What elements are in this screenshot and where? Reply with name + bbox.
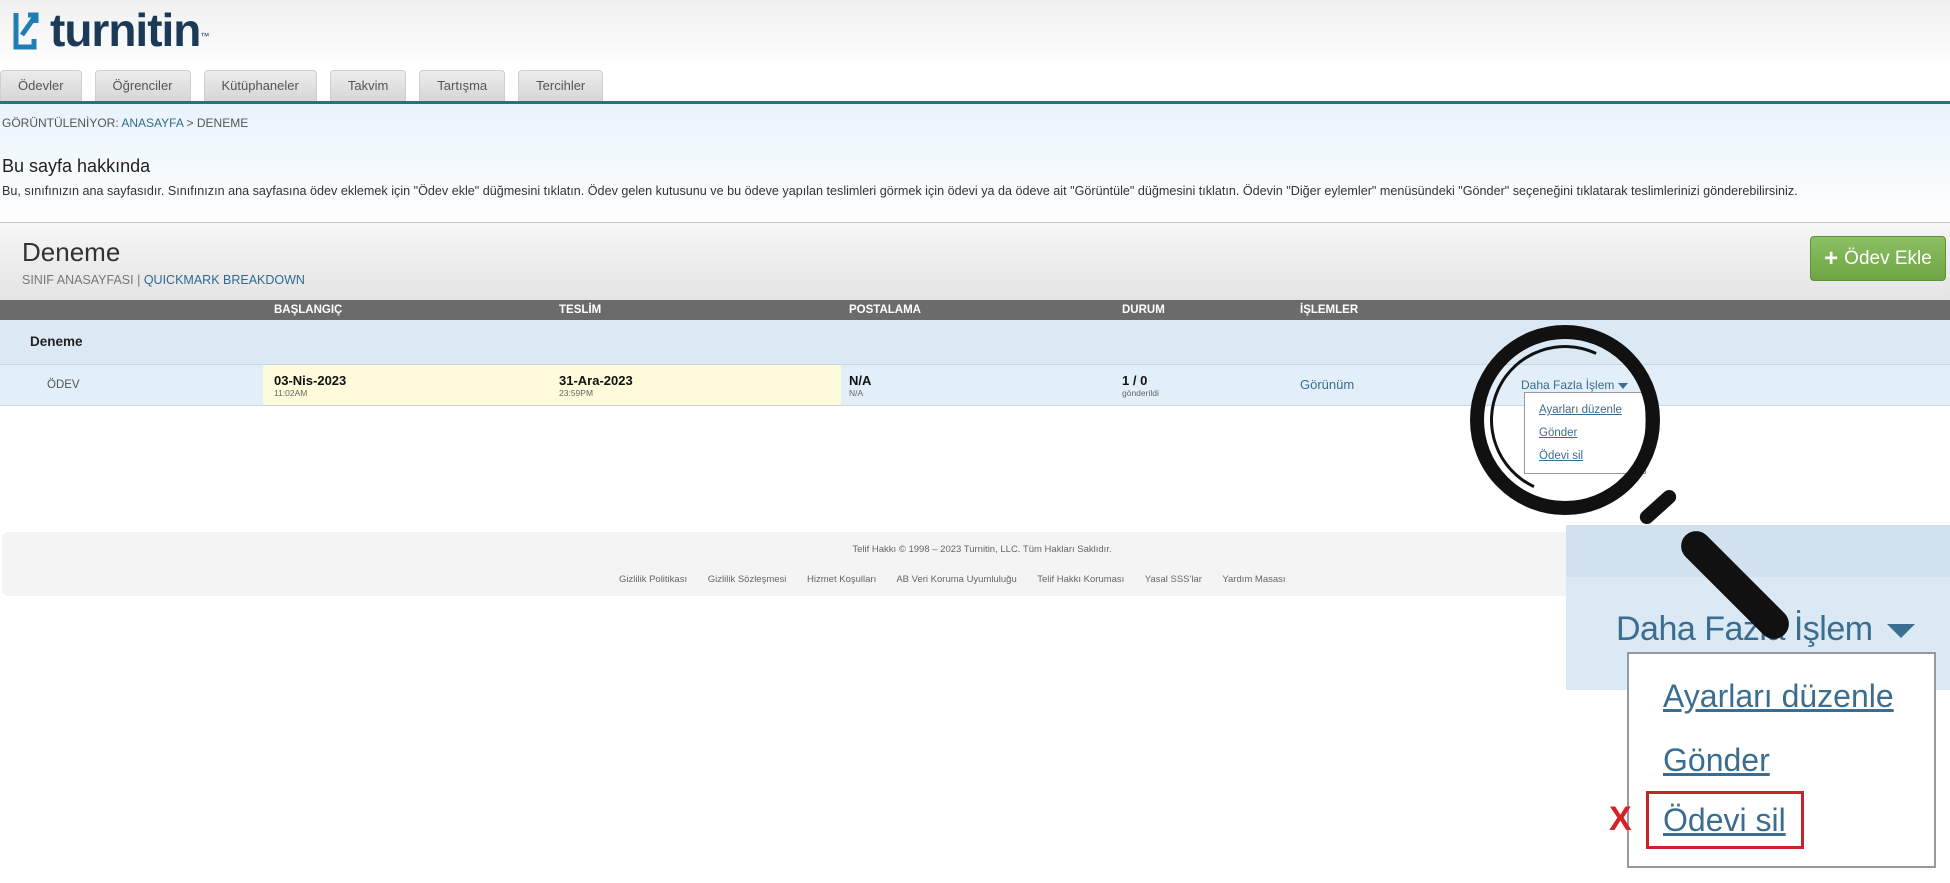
footer-link-copyright-protection[interactable]: Telif Hakkı Koruması (1037, 574, 1124, 585)
header-due: TESLİM (559, 304, 602, 316)
tab-takvim[interactable]: Takvim (329, 70, 407, 101)
tab-tercihler[interactable]: Tercihler (518, 70, 604, 101)
x-marker: X (1609, 800, 1632, 838)
due-date: 31-Ara-2023 (559, 373, 633, 388)
about-title: Bu sayfa hakkında (2, 156, 151, 176)
footer-link-privacy-policy[interactable]: Gizlilik Politikası (619, 574, 687, 585)
post-sub: N/A (849, 388, 864, 398)
magnifier-neck-icon (1636, 487, 1680, 527)
tab-ogrenciler[interactable]: Öğrenciler (94, 70, 191, 101)
about-text: Bu, sınıfınızın ana sayfasıdır. Sınıfını… (2, 184, 1798, 198)
status-value: 1 / 0 (1122, 373, 1148, 388)
assignment-type[interactable]: ÖDEV (47, 379, 80, 391)
class-sub-separator: | (137, 273, 141, 287)
quickmark-breakdown-link[interactable]: QUICKMARK BREAKDOWN (144, 273, 305, 287)
turnitin-logo-icon (13, 12, 39, 50)
header-status: DURUM (1122, 304, 1165, 316)
view-link[interactable]: Görünüm (1300, 377, 1354, 392)
plus-icon: + (1824, 244, 1839, 272)
post-cell: N/A N/A (849, 373, 871, 398)
due-cell: 31-Ara-2023 23:59PM (559, 373, 633, 398)
header-post: POSTALAMA (849, 304, 921, 316)
status-sub: gönderildi (1122, 388, 1159, 398)
footer-links: Gizlilik Politikası Gizlilik Sözleşmesi … (619, 574, 1304, 585)
footer-link-help-desk[interactable]: Yardım Masası (1222, 574, 1285, 585)
breadcrumb-home[interactable]: ANASAYFA (121, 116, 183, 130)
zoom-menu-submit: Gönder (1663, 742, 1770, 778)
content-band (0, 104, 1950, 224)
main-tabs: Ödevler Öğrenciler Kütüphaneler Takvim T… (0, 70, 616, 101)
turnitin-logo[interactable]: turnitin ™ (8, 0, 209, 60)
zoom-inset-band-top (1566, 525, 1950, 577)
breadcrumb: GÖRÜNTÜLENİYOR: ANASAYFA > DENEME (2, 116, 248, 130)
breadcrumb-prefix: GÖRÜNTÜLENİYOR: (2, 116, 119, 130)
class-panel: Deneme SINIF ANASAYFASI | QUICKMARK BREA… (0, 222, 1950, 302)
footer-link-legal-faq[interactable]: Yasal SSS'lar (1145, 574, 1202, 585)
start-time: 11:02AM (274, 388, 308, 398)
class-subtitle: SINIF ANASAYFASI | QUICKMARK BREAKDOWN (22, 273, 305, 287)
logo-tm: ™ (200, 31, 210, 41)
add-assignment-button[interactable]: + Ödev Ekle (1810, 236, 1946, 281)
date-highlight (263, 365, 841, 405)
due-time: 23:59PM (559, 388, 594, 398)
zoom-menu-edit-settings: Ayarları düzenle (1663, 678, 1894, 714)
footer-link-privacy-agreement[interactable]: Gizlilik Sözleşmesi (708, 574, 787, 585)
table-header: BAŞLANGIÇ TESLİM POSTALAMA DURUM İŞLEMLE… (0, 300, 1950, 320)
breadcrumb-separator: > (186, 116, 194, 130)
tab-tartisma[interactable]: Tartışma (419, 70, 506, 101)
tab-kutuphaneler[interactable]: Kütüphaneler (203, 70, 317, 101)
add-assignment-label: Ödev Ekle (1844, 247, 1932, 269)
class-group-row: Deneme (0, 320, 1950, 365)
breadcrumb-current: DENEME (196, 116, 249, 130)
footer-link-eu-data[interactable]: AB Veri Koruma Uyumluluğu (896, 574, 1016, 585)
class-title: Deneme (22, 237, 121, 267)
start-cell: 03-Nis-2023 11:02AM (274, 373, 346, 398)
header-start: BAŞLANGIÇ (274, 304, 343, 316)
delete-highlight-box (1646, 791, 1804, 849)
footer-link-terms[interactable]: Hizmet Koşulları (807, 574, 876, 585)
status-cell: 1 / 0 gönderildi (1122, 373, 1159, 398)
tab-odevler[interactable]: Ödevler (0, 70, 82, 101)
zoom-caret-down-icon (1886, 624, 1915, 639)
header-actions: İŞLEMLER (1300, 304, 1359, 316)
class-home-label: SINIF ANASAYFASI (22, 273, 134, 287)
logo-text: turnitin (50, 4, 201, 56)
post-value: N/A (849, 373, 872, 388)
group-name: Deneme (30, 334, 83, 349)
start-date: 03-Nis-2023 (274, 373, 347, 388)
